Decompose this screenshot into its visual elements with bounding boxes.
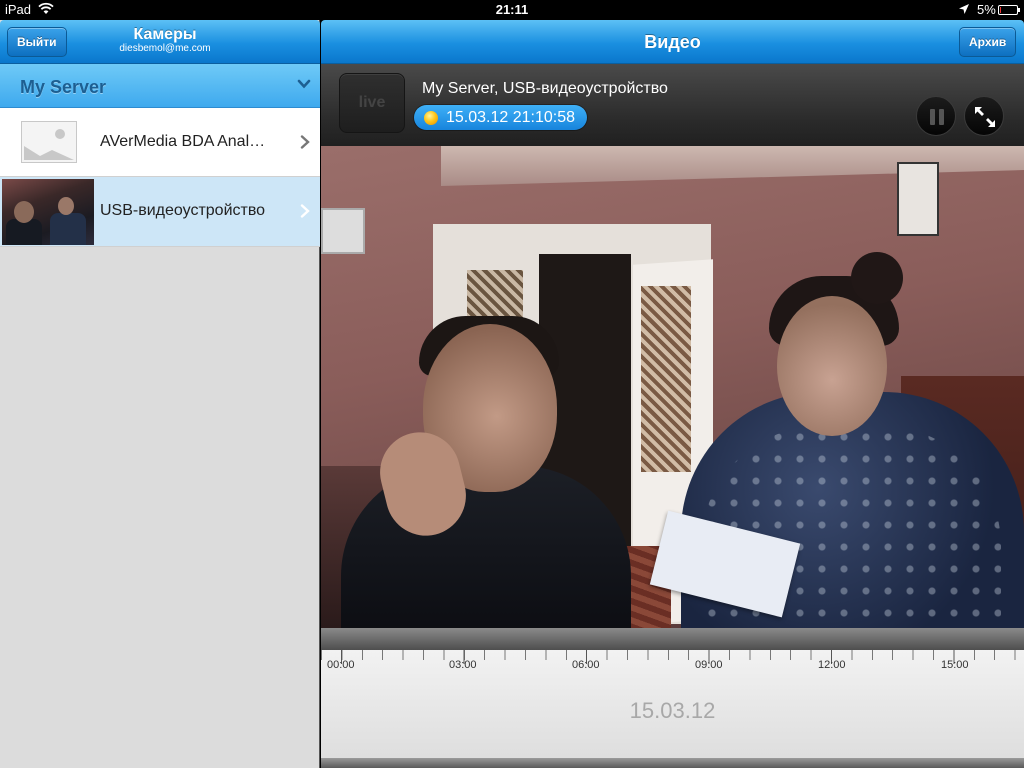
archive-button[interactable]: Архив xyxy=(959,27,1017,57)
cameras-title: Камеры xyxy=(133,26,197,43)
logout-button[interactable]: Выйти xyxy=(7,27,67,57)
timeline-track[interactable] xyxy=(321,628,1024,650)
timestamp-text: 15.03.12 21:10:58 xyxy=(446,109,576,126)
battery-percent: 5% xyxy=(977,2,996,17)
chevron-right-icon xyxy=(300,135,310,149)
fullscreen-icon xyxy=(975,107,995,127)
chevron-right-icon xyxy=(300,204,310,218)
chevron-down-icon xyxy=(297,77,311,91)
pause-button[interactable] xyxy=(916,96,956,136)
fullscreen-button[interactable] xyxy=(964,96,1004,136)
server-name: My Server xyxy=(20,77,107,97)
account-email: diesbemol@me.com xyxy=(119,43,211,54)
timeline-date: 15.03.12 xyxy=(629,698,716,723)
pause-icon xyxy=(930,109,944,125)
video-title: Видео xyxy=(644,32,701,52)
timestamp-badge: 15.03.12 21:10:58 xyxy=(414,105,588,130)
player-info-bar: live My Server, USB-видеоустройство 15.0… xyxy=(321,64,1024,146)
video-panel: Видео Архив live My Server, USB-видеоуст… xyxy=(321,20,1024,768)
timeline-tick-label: 06:00 xyxy=(572,659,600,671)
camera-name: AVerMedia BDA Anal… xyxy=(100,133,266,150)
timeline-tick-label: 15:00 xyxy=(941,659,969,671)
stream-title: My Server, USB-видеоустройство xyxy=(422,80,668,97)
battery-fill xyxy=(1000,7,1001,13)
timeline-tick-label: 03:00 xyxy=(449,659,477,671)
timeline-tick-label: 09:00 xyxy=(695,659,723,671)
camera-list: AVerMedia BDA Anal… USB-видеоустройство xyxy=(0,108,320,247)
camera-thumbnail xyxy=(2,179,94,245)
battery-icon xyxy=(998,5,1020,15)
record-dot-icon xyxy=(424,111,438,125)
camera-name: USB-видеоустройство xyxy=(100,202,266,219)
server-group-header[interactable]: My Server xyxy=(0,64,320,108)
wall-picture xyxy=(897,162,939,236)
timeline-tick-label: 00:00 xyxy=(327,659,355,671)
cameras-panel: Выйти Камеры diesbemol@me.com My Server … xyxy=(0,20,320,768)
video-feed[interactable] xyxy=(321,146,1024,628)
video-navbar: Видео Архив xyxy=(321,20,1024,64)
camera-item-avermedia[interactable]: AVerMedia BDA Anal… xyxy=(0,108,320,177)
archive-timeline[interactable]: 00:00 03:00 06:00 09:00 12:00 15:00 15.0… xyxy=(321,628,1024,768)
timeline-tick-label: 12:00 xyxy=(818,659,846,671)
camera-item-usb[interactable]: USB-видеоустройство xyxy=(0,177,320,247)
live-button[interactable]: live xyxy=(339,73,405,133)
status-bar: iPad 21:11 5% xyxy=(0,0,1024,20)
wall-picture xyxy=(321,208,365,254)
camera-placeholder-icon xyxy=(21,121,77,163)
location-arrow-icon xyxy=(958,3,970,18)
cameras-navbar: Выйти Камеры diesbemol@me.com xyxy=(0,20,320,64)
clock: 21:11 xyxy=(495,2,529,17)
